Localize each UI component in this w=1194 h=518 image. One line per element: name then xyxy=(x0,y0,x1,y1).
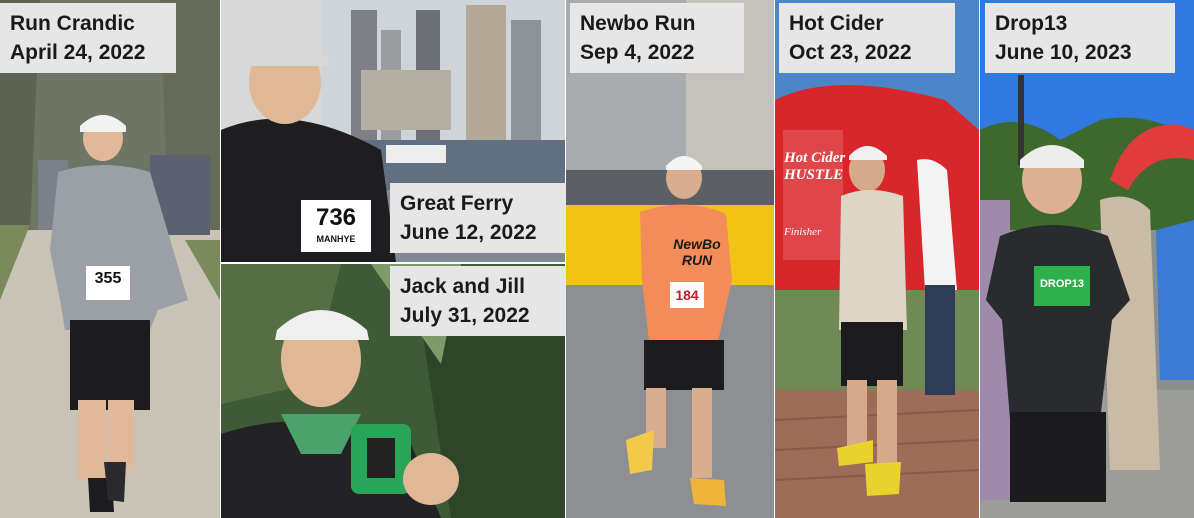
photo-run-crandic-illustration xyxy=(0,0,220,518)
race-date: June 10, 2023 xyxy=(995,41,1132,64)
race-title: Hot Cider xyxy=(789,12,884,35)
race-title: Drop13 xyxy=(995,12,1068,35)
shirt-text: NewBo RUN xyxy=(673,236,721,268)
caption-newbo-run: Newbo Run Sep 4, 2022 xyxy=(570,3,744,73)
race-date: July 31, 2022 xyxy=(400,304,530,327)
caption-hot-cider: Hot Cider Oct 23, 2022 xyxy=(779,3,955,73)
bib-number: 355 xyxy=(94,270,122,287)
race-date: April 24, 2022 xyxy=(10,41,146,64)
caption-great-ferry: Great Ferry June 12, 2022 xyxy=(390,183,566,253)
bib-number: 184 xyxy=(675,287,699,303)
race-title: Jack and Jill xyxy=(400,275,525,298)
bib-name: MANHYE xyxy=(316,234,356,244)
photo-drop13-illustration xyxy=(980,0,1194,518)
banner-subtext: Finisher xyxy=(784,226,822,238)
banner-text: Hot Cider HUSTLE xyxy=(784,150,846,183)
caption-drop13: Drop13 June 10, 2023 xyxy=(985,3,1175,73)
race-title: Great Ferry xyxy=(400,192,514,215)
photo-drop13 xyxy=(980,0,1194,518)
bib-number: 736 xyxy=(315,204,357,231)
photo-hot-cider xyxy=(775,0,979,518)
photo-hot-cider-illustration xyxy=(775,0,979,518)
race-date: Sep 4, 2022 xyxy=(580,41,695,64)
race-photo-collage: Run Crandic April 24, 2022 Great Ferry J… xyxy=(0,0,1194,518)
race-title: Run Crandic xyxy=(10,12,135,35)
caption-jack-and-jill: Jack and Jill July 31, 2022 xyxy=(390,266,566,336)
race-title: Newbo Run xyxy=(580,12,696,35)
medal-text: DROP13 xyxy=(1039,278,1085,290)
race-date: June 12, 2022 xyxy=(400,221,537,244)
photo-run-crandic xyxy=(0,0,220,518)
race-date: Oct 23, 2022 xyxy=(789,41,912,64)
caption-run-crandic: Run Crandic April 24, 2022 xyxy=(0,3,176,73)
